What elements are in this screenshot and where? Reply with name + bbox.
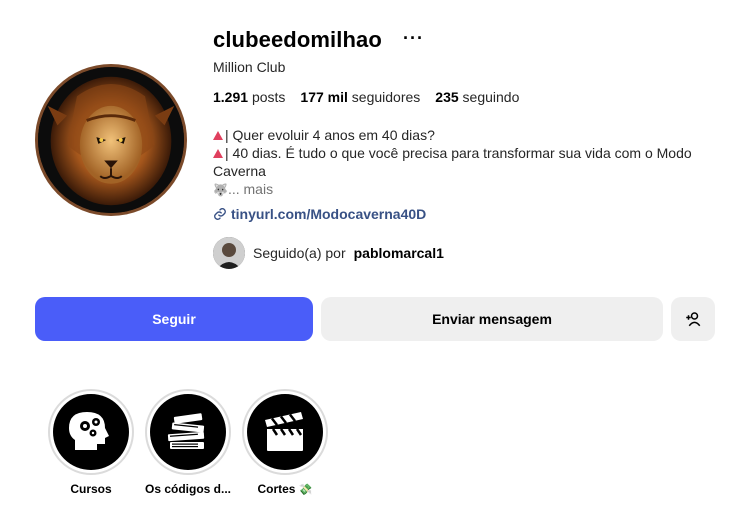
profile-external-link[interactable]: tinyurl.com/Modocaverna40D [213, 206, 426, 222]
follow-button[interactable]: Seguir [35, 297, 313, 341]
add-person-icon [686, 312, 701, 327]
followers-label: seguidores [351, 89, 421, 105]
more-options-icon[interactable]: ··· [403, 28, 424, 49]
posts-count: 1.291 [213, 89, 249, 105]
bio-line-3: 🐺... mais [213, 180, 713, 199]
red-triangle-icon [213, 131, 223, 140]
highlight-label: Cursos [70, 482, 112, 496]
profile-stats: 1.291 posts 177 mil seguidores 235 segui… [213, 89, 519, 105]
profile-bio: | Quer evoluir 4 anos em 40 dias? | 40 d… [213, 126, 713, 199]
send-message-button[interactable]: Enviar mensagem [321, 297, 663, 341]
highlight-os-codigos[interactable]: Os códigos d... [145, 389, 231, 496]
profile-avatar[interactable] [35, 64, 187, 216]
posts-stat: 1.291 posts [213, 89, 285, 105]
highlight-cursos[interactable]: Cursos [48, 389, 134, 496]
bio-more-link[interactable]: ... mais [228, 181, 273, 197]
following-count: 235 [435, 89, 459, 105]
wolf-emoji-icon: 🐺 [213, 183, 228, 197]
followed-by-prefix: Seguido(a) por [253, 245, 346, 261]
profile-username: clubeedomilhao [213, 27, 382, 52]
head-gears-icon [69, 412, 109, 450]
bio-line-2-text: | 40 dias. É tudo o que você precisa par… [213, 145, 692, 179]
bio-line-2: | 40 dias. É tudo o que você precisa par… [213, 144, 713, 180]
bio-line-1: | Quer evoluir 4 anos em 40 dias? [213, 126, 713, 144]
money-emoji-icon: 💸 [298, 484, 313, 496]
highlight-cortes[interactable]: Cortes 💸 [242, 389, 328, 496]
red-triangle-icon [213, 149, 223, 158]
bio-line-1-text: | Quer evoluir 4 anos em 40 dias? [225, 127, 435, 143]
follower-avatar [213, 237, 245, 269]
lion-avatar-image [38, 67, 184, 213]
books-icon [167, 413, 205, 449]
highlight-label: Cortes 💸 [242, 482, 328, 496]
following-stat[interactable]: 235 seguindo [435, 89, 519, 105]
clapperboard-icon [265, 412, 303, 451]
followed-by-user[interactable]: pablomarcal1 [354, 245, 444, 261]
profile-full-name: Million Club [213, 59, 286, 75]
followers-stat[interactable]: 177 mil seguidores [300, 89, 420, 105]
highlight-label: Os códigos d... [145, 482, 232, 496]
followed-by[interactable]: Seguido(a) por pablomarcal1 [213, 237, 444, 269]
highlight-label-text: Cortes [257, 482, 296, 496]
posts-label: posts [251, 89, 286, 105]
following-label: seguindo [462, 89, 520, 105]
link-text: tinyurl.com/Modocaverna40D [231, 206, 427, 222]
followers-count: 177 mil [300, 89, 348, 105]
add-person-button[interactable] [671, 297, 715, 341]
link-icon [214, 208, 226, 220]
